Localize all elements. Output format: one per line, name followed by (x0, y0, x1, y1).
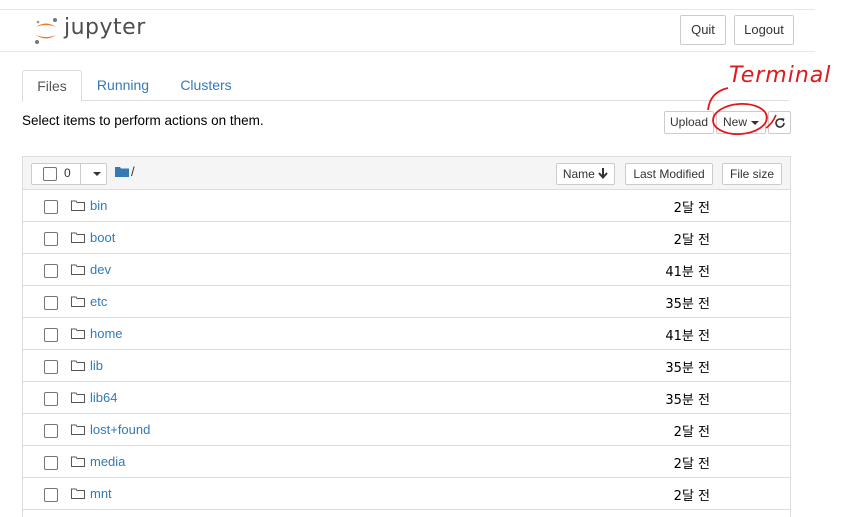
logo-text: jupyter (64, 15, 146, 40)
row-checkbox[interactable] (44, 200, 58, 214)
annotation-terminal-label: Terminal (729, 63, 832, 88)
folder-outline-icon (71, 392, 85, 403)
last-modified: 35분 전 (665, 297, 710, 312)
row-checkbox[interactable] (44, 456, 58, 470)
row-checkbox[interactable] (44, 264, 58, 278)
last-modified: 2달 전 (673, 457, 710, 472)
folder-outline-icon (71, 360, 85, 371)
list-item[interactable]: lib64 35분 전 (23, 382, 790, 414)
sort-name-label: Name (562, 167, 595, 181)
list-item[interactable]: mnt 2달 전 (23, 478, 790, 510)
folder-outline-icon (71, 264, 85, 275)
file-name-link[interactable]: bin (90, 198, 107, 213)
folder-outline-icon (71, 328, 85, 339)
file-list: 0 / Name Last Modified File size bin 2달 … (22, 156, 791, 517)
list-item[interactable]: boot 2달 전 (23, 222, 790, 254)
jupyter-logo-icon (35, 18, 57, 44)
file-name-link[interactable]: mnt (90, 486, 112, 501)
file-name-link[interactable]: home (90, 326, 123, 341)
last-modified: 2달 전 (673, 233, 710, 248)
row-checkbox[interactable] (44, 328, 58, 342)
list-item[interactable]: etc 35분 전 (23, 286, 790, 318)
select-all-checkbox[interactable] (43, 167, 57, 181)
list-item[interactable]: media 2달 전 (23, 446, 790, 478)
arrow-down-icon (598, 168, 608, 180)
last-modified: 35분 전 (665, 361, 710, 376)
tab-clusters[interactable]: Clusters (175, 70, 237, 100)
file-name-link[interactable]: lost+found (90, 422, 150, 437)
list-item[interactable]: lost+found 2달 전 (23, 414, 790, 446)
list-item[interactable]: lib 35분 전 (23, 350, 790, 382)
selection-hint: Select items to perform actions on them. (22, 113, 264, 128)
file-list-header: 0 / Name Last Modified File size (23, 157, 790, 190)
tab-running[interactable]: Running (91, 70, 155, 100)
list-item[interactable]: bin 2달 전 (23, 190, 790, 222)
folder-icon (115, 167, 129, 177)
last-modified: 41분 전 (665, 329, 710, 344)
sort-modified-button[interactable]: Last Modified (625, 163, 713, 185)
row-checkbox[interactable] (44, 232, 58, 246)
row-checkbox[interactable] (44, 296, 58, 310)
folder-outline-icon (71, 456, 85, 467)
last-modified: 2달 전 (673, 425, 710, 440)
breadcrumb-root[interactable]: / (131, 164, 135, 179)
folder-outline-icon (71, 232, 85, 243)
list-item[interactable]: home 41분 전 (23, 318, 790, 350)
logout-button[interactable]: Logout (734, 15, 794, 45)
sort-size-button[interactable]: File size (722, 163, 782, 185)
row-checkbox[interactable] (44, 488, 58, 502)
file-name-link[interactable]: dev (90, 262, 111, 277)
last-modified: 41분 전 (665, 265, 710, 280)
quit-button[interactable]: Quit (680, 15, 726, 45)
file-name-link[interactable]: media (90, 454, 125, 469)
last-modified: 2달 전 (673, 489, 710, 504)
row-checkbox[interactable] (44, 424, 58, 438)
select-dropdown-icon[interactable] (93, 172, 101, 176)
row-checkbox[interactable] (44, 392, 58, 406)
selected-count: 0 (64, 166, 71, 180)
tab-files[interactable]: Files (22, 70, 82, 102)
header: jupyter Quit Logout (0, 9, 815, 52)
folder-outline-icon (71, 424, 85, 435)
tab-bar: Files Running Clusters (22, 70, 789, 102)
select-all-control[interactable]: 0 (31, 163, 107, 185)
sort-name-button[interactable]: Name (556, 163, 615, 185)
folder-outline-icon (71, 296, 85, 307)
file-name-link[interactable]: boot (90, 230, 115, 245)
list-item[interactable]: dev 41분 전 (23, 254, 790, 286)
divider (80, 164, 81, 184)
folder-outline-icon (71, 200, 85, 211)
row-checkbox[interactable] (44, 360, 58, 374)
last-modified: 2달 전 (673, 201, 710, 216)
file-name-link[interactable]: lib (90, 358, 103, 373)
folder-outline-icon (71, 488, 85, 499)
file-name-link[interactable]: lib64 (90, 390, 117, 405)
file-name-link[interactable]: etc (90, 294, 107, 309)
last-modified: 35분 전 (665, 393, 710, 408)
